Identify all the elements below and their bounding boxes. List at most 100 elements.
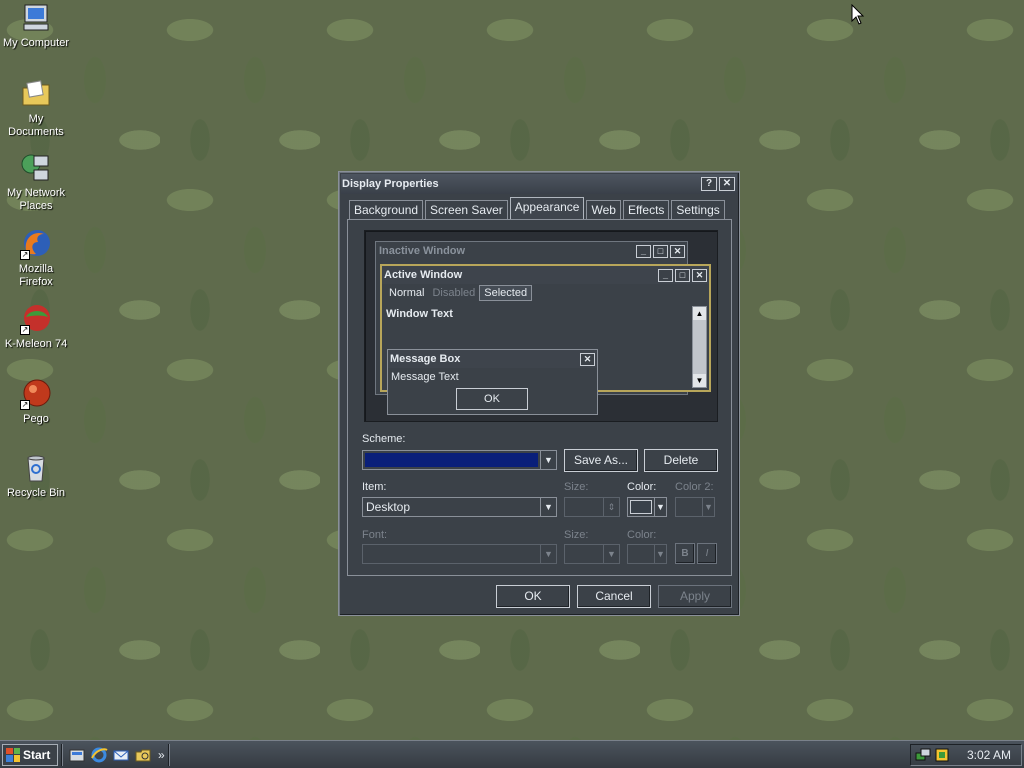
chevron-down-icon[interactable]: ▼ [702,498,714,516]
font-color-label: Color: [627,529,657,541]
start-label: Start [23,747,51,762]
cancel-button[interactable]: Cancel [577,585,651,608]
menu-disabled[interactable]: Disabled [428,286,479,300]
desktop-icon-label: My Network Places [6,187,66,212]
system-tray: 3:02 AM [910,744,1022,766]
msgbox-titlebar[interactable]: Message Box ✕ [388,350,597,368]
font-dropdown[interactable]: ▼ [362,544,557,564]
item-label: Item: [362,481,387,493]
internet-explorer-icon[interactable] [90,746,108,764]
k-meleon-icon: ↗ [20,303,52,335]
apply-button[interactable]: Apply [658,585,732,608]
appearance-preview[interactable]: Inactive Window _ □ ✕ Active Window _ □ … [364,230,718,422]
scroll-down-icon[interactable]: ▼ [693,374,706,387]
spinner-icon[interactable]: ⇕ [603,498,619,516]
outlook-express-icon[interactable] [112,746,130,764]
desktop-icon-pego[interactable]: ↗ Pego [0,378,72,426]
quicklaunch-overflow-icon[interactable]: » [158,748,165,762]
desktop-icon-label: My Documents [8,113,64,138]
preview-message-box[interactable]: Message Box ✕ Message Text OK [387,349,598,415]
desktop-icon-label: Pego [23,413,49,425]
folder-icon [20,78,52,110]
tab-settings[interactable]: Settings [671,200,725,219]
active-window-title: Active Window [384,269,463,281]
start-button[interactable]: Start [2,743,58,766]
taskbar-separator [61,743,63,766]
desktop-icon-recycle-bin[interactable]: Recycle Bin [0,452,72,500]
desktop-icon-label: Recycle Bin [6,487,66,499]
chevron-down-icon[interactable]: ▼ [654,545,666,563]
firefox-icon: ↗ [20,228,52,260]
item-value: Desktop [366,500,411,514]
desktop-icon-k-meleon[interactable]: ↗ K-Meleon 74 [0,303,72,351]
clock[interactable]: 3:02 AM [967,748,1011,762]
network-tray-icon[interactable] [915,747,931,763]
tab-web[interactable]: Web [586,200,621,219]
scheme-selected-value [365,453,538,467]
desktop-icon-my-computer[interactable]: My Computer [0,2,72,50]
item-color-picker[interactable]: ▼ [627,497,667,517]
tab-background[interactable]: Background [349,200,424,219]
tab-screen-saver[interactable]: Screen Saver [425,200,508,219]
item-dropdown[interactable]: Desktop ▼ [362,497,557,517]
dialog-title: Display Properties [342,178,439,190]
chevron-down-icon[interactable]: ▼ [603,545,619,563]
bold-button[interactable]: B [675,543,695,564]
scroll-thumb[interactable] [693,320,706,374]
explorer-folder-icon[interactable] [134,746,152,764]
italic-button[interactable]: I [697,543,717,564]
window-text[interactable]: Window Text [386,308,453,320]
ok-button[interactable]: OK [496,585,570,608]
save-as-button[interactable]: Save As... [564,449,638,472]
chevron-down-icon[interactable]: ▼ [540,451,556,469]
desktop-icon-label: K-Meleon 74 [4,338,68,350]
chevron-down-icon[interactable]: ▼ [654,498,666,516]
shortcut-arrow-icon: ↗ [20,325,30,335]
inactive-window-title: Inactive Window [379,245,466,257]
windows-logo-icon [6,747,20,762]
maximize-icon: □ [653,244,668,258]
msgbox-title: Message Box [390,353,461,365]
desktop-icon-label: My Computer [2,37,70,49]
recycle-bin-icon [20,452,52,484]
tab-appearance[interactable]: Appearance [509,197,585,219]
item-color-label: Color: [627,481,657,493]
item-color2-picker[interactable]: ▼ [675,497,715,517]
msgbox-ok-button[interactable]: OK [456,388,528,410]
taskbar-separator [167,743,170,766]
shortcut-arrow-icon: ↗ [20,250,30,260]
preview-scrollbar[interactable]: ▲ ▼ [692,306,707,388]
delete-button[interactable]: Delete [644,449,718,472]
computer-icon [20,2,52,34]
menu-normal[interactable]: Normal [385,286,428,300]
taskbar: Start » 3:02 AM [0,740,1024,768]
scroll-up-icon[interactable]: ▲ [693,307,706,320]
show-desktop-icon[interactable] [68,746,86,764]
close-button[interactable]: ✕ [719,177,735,191]
desktop-icon-mozilla-firefox[interactable]: ↗ Mozilla Firefox [0,228,72,289]
tab-effects[interactable]: Effects [622,200,670,219]
font-size-dropdown[interactable]: ▼ [564,544,620,564]
menu-selected[interactable]: Selected [479,285,533,301]
pego-icon: ↗ [20,378,52,410]
shortcut-arrow-icon: ↗ [20,400,30,410]
active-titlebar[interactable]: Active Window _ □ ✕ [382,266,709,284]
close-icon: ✕ [692,268,707,282]
inactive-titlebar[interactable]: Inactive Window _ □ ✕ [376,242,687,260]
maximize-icon: □ [675,268,690,282]
scheme-dropdown[interactable]: ▼ [362,450,557,470]
msgbox-text[interactable]: Message Text [388,368,597,386]
minimize-icon: _ [658,268,673,282]
color-swatch [630,500,652,514]
volume-tray-icon[interactable] [934,747,950,763]
chevron-down-icon[interactable]: ▼ [540,498,556,516]
item-size-spinner[interactable]: ⇕ [564,497,620,517]
dialog-titlebar[interactable]: Display Properties ? ✕ [341,174,737,194]
minimize-icon: _ [636,244,651,258]
tab-strip: Background Screen Saver Appearance Web E… [349,197,727,219]
help-button[interactable]: ? [701,177,717,191]
chevron-down-icon[interactable]: ▼ [540,545,556,563]
desktop-icon-my-documents[interactable]: My Documents [0,78,72,139]
font-color-picker[interactable]: ▼ [627,544,667,564]
desktop-icon-my-network-places[interactable]: My Network Places [0,152,72,213]
